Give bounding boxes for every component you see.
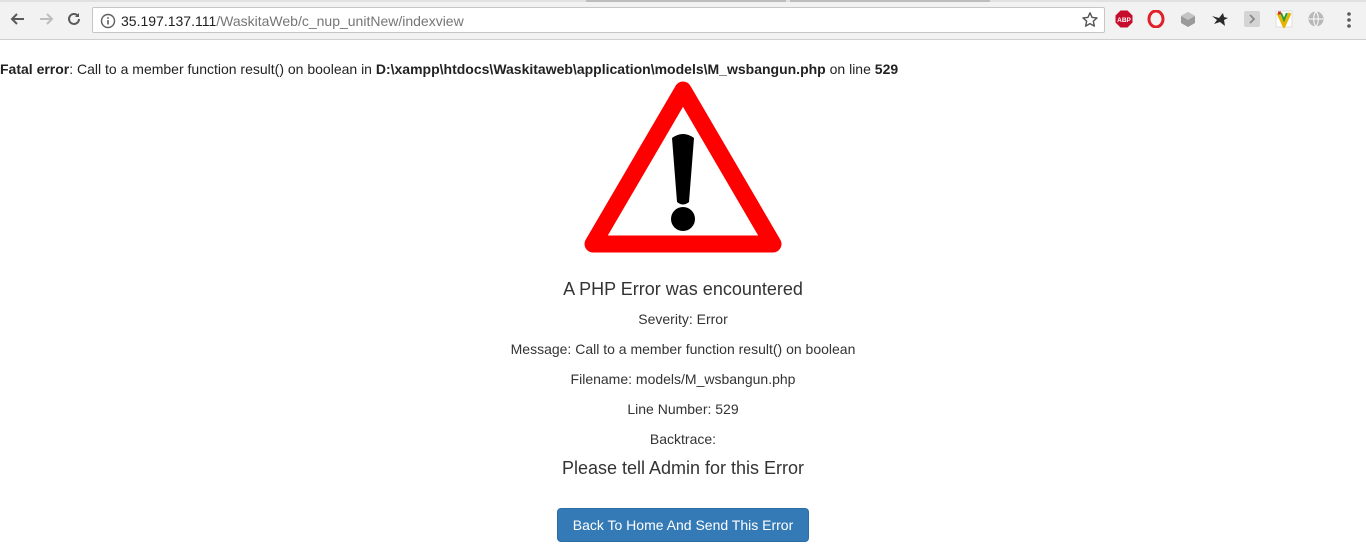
url-host: 35.197.137.111 [121, 13, 217, 29]
forward-button[interactable] [35, 8, 57, 30]
vivaldi-extension-icon[interactable] [1275, 10, 1293, 28]
reload-icon [68, 12, 80, 25]
fatal-error-line-number: 529 [874, 61, 899, 77]
browser-toolbar: 35.197.137.111/WaskitaWeb/c_nup_unitNew/… [0, 0, 1366, 40]
reload-button[interactable] [63, 8, 85, 30]
tab-strip-edge [0, 0, 1366, 2]
fatal-error-on-line: on line [825, 61, 875, 77]
error-filename: Filename: models/M_wsbangun.php [570, 371, 796, 387]
tell-admin-text: Please tell Admin for this Error [561, 458, 805, 478]
error-line-number: Line Number: 529 [627, 401, 739, 417]
star-icon[interactable] [1081, 11, 1099, 29]
error-severity: Severity: Error [638, 311, 728, 327]
warning-triangle-icon [584, 81, 782, 253]
error-backtrace: Backtrace: [649, 431, 717, 447]
abp-label: ABP [1117, 17, 1131, 24]
arrow-extension-icon[interactable] [1243, 10, 1261, 28]
arrow-left-icon [10, 13, 24, 25]
info-icon[interactable] [100, 13, 116, 29]
back-button[interactable] [7, 8, 29, 30]
fatal-error-path: D:\xampp\htdocs\Waskitaweb\application\m… [375, 61, 826, 77]
fatal-error-label: Fatal error [0, 61, 70, 77]
url-path: /WaskitaWeb/c_nup_unitNew/indexview [216, 13, 464, 29]
fatal-error-message: : Call to a member function result() on … [69, 61, 376, 77]
fatal-error-line: Fatal error: Call to a member function r… [0, 61, 898, 77]
adblock-plus-icon[interactable]: ABP [1115, 10, 1133, 28]
bird-extension-icon[interactable] [1211, 10, 1229, 28]
error-message: Message: Call to a member function resul… [510, 341, 856, 357]
url-text[interactable]: 35.197.137.111/WaskitaWeb/c_nup_unitNew/… [121, 13, 464, 29]
address-bar[interactable]: 35.197.137.111/WaskitaWeb/c_nup_unitNew/… [92, 7, 1105, 33]
opera-icon[interactable] [1147, 10, 1165, 28]
more-menu-icon[interactable] [1343, 11, 1355, 29]
back-home-send-error-button[interactable]: Back To Home And Send This Error [557, 508, 809, 542]
globe-extension-icon[interactable] [1307, 10, 1325, 28]
error-title: A PHP Error was encountered [563, 279, 803, 299]
cube-extension-icon[interactable] [1179, 10, 1197, 28]
arrow-right-icon [40, 13, 54, 25]
